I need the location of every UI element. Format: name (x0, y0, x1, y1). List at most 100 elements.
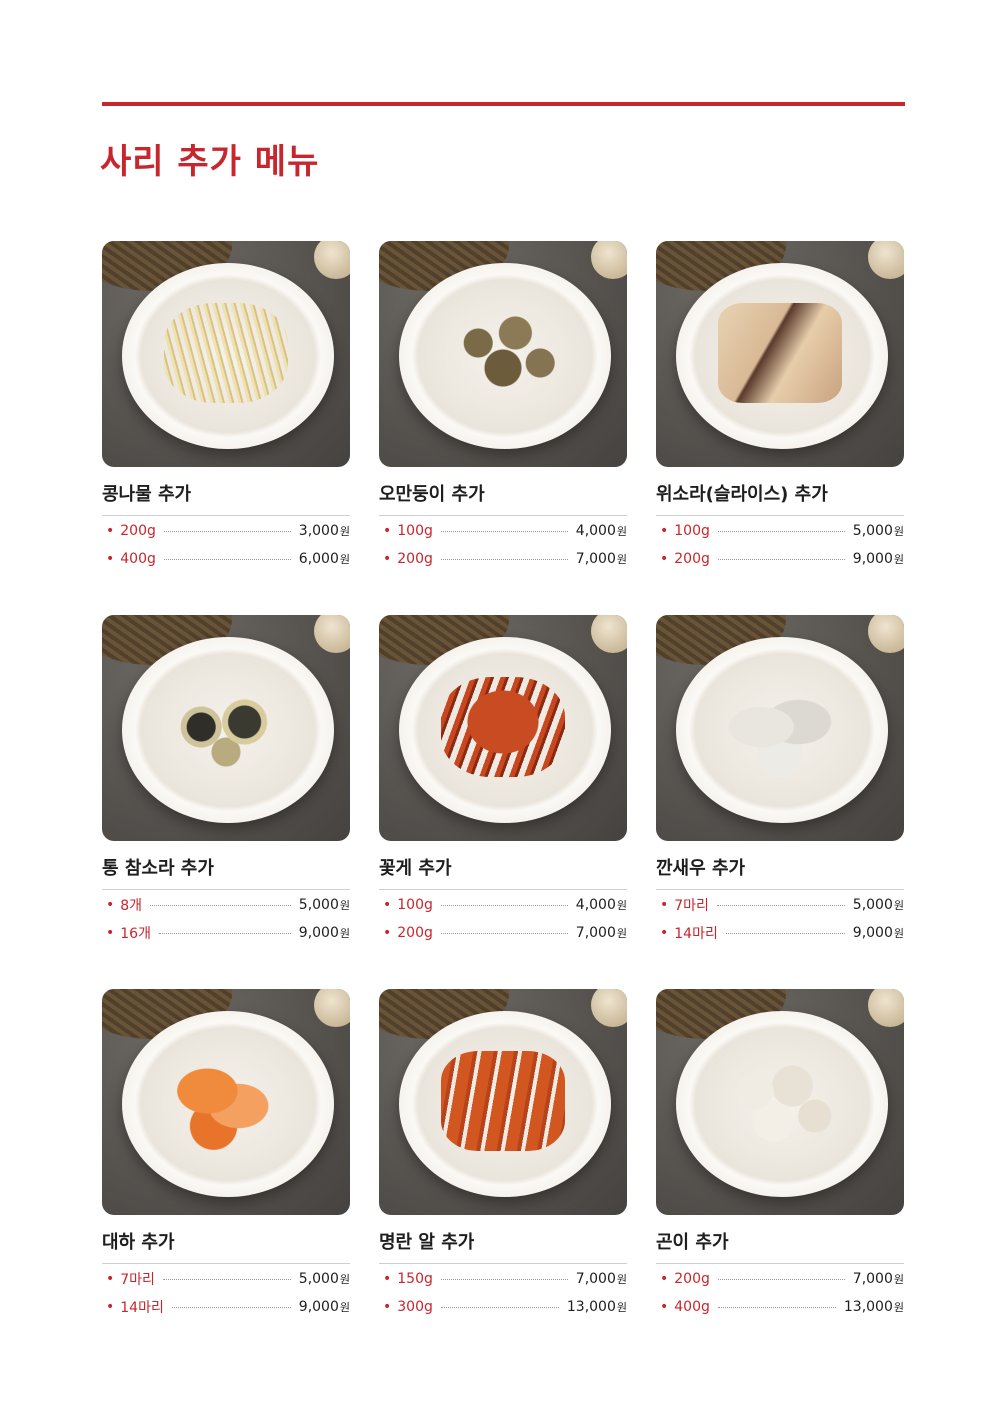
price: 7,000 (575, 551, 616, 567)
currency: 원 (893, 1273, 904, 1286)
price: 13,000 (843, 1299, 893, 1315)
divider (379, 1263, 627, 1264)
currency: 원 (339, 927, 350, 940)
quantity: 200g (674, 1271, 710, 1287)
menu-card-whole-conch: 통 참소라 추가 • 8개 5,000원 • 16개 9,000원 (102, 615, 350, 946)
price-row: • 100g 5,000원 (660, 523, 904, 539)
item-name: 깐새우 추가 (656, 858, 746, 879)
divider (379, 889, 627, 890)
currency: 원 (616, 553, 627, 566)
quantity: 14마리 (120, 1300, 164, 1316)
price: 13,000 (566, 1299, 616, 1315)
food-photo (656, 615, 904, 841)
divider (102, 515, 350, 516)
currency: 원 (339, 553, 350, 566)
price: 4,000 (575, 897, 616, 913)
price-row: • 200g 9,000원 (660, 551, 904, 567)
currency: 원 (893, 553, 904, 566)
food-photo (102, 989, 350, 1215)
price: 4,000 (575, 523, 616, 539)
price-row: • 200g 7,000원 (383, 551, 627, 567)
menu-card-cod-milt: 곤이 추가 • 200g 7,000원 • 400g 13,000원 (656, 989, 904, 1320)
food-photo (379, 989, 627, 1215)
page-title: 사리 추가 메뉴 (100, 142, 320, 182)
quantity: 200g (397, 551, 433, 567)
item-name: 명란 알 추가 (379, 1232, 475, 1253)
price: 9,000 (298, 925, 339, 941)
food-photo (102, 615, 350, 841)
price-row: • 200g 7,000원 (383, 925, 627, 941)
menu-card-pollock-roe: 명란 알 추가 • 150g 7,000원 • 300g 13,000원 (379, 989, 627, 1320)
price-row: • 7마리 5,000원 (106, 1271, 350, 1288)
currency: 원 (616, 1301, 627, 1314)
menu-card-bean-sprouts: 콩나물 추가 • 200g 3,000원 • 400g 6,000원 (102, 241, 350, 572)
price-row: • 200g 3,000원 (106, 523, 350, 539)
divider (656, 515, 904, 516)
item-name: 위소라(슬라이스) 추가 (656, 484, 828, 505)
item-name: 곤이 추가 (656, 1232, 729, 1253)
divider (102, 889, 350, 890)
quantity: 300g (397, 1299, 433, 1315)
menu-card-king-prawn: 대하 추가 • 7마리 5,000원 • 14마리 9,000원 (102, 989, 350, 1320)
currency: 원 (339, 1301, 350, 1314)
price-row: • 150g 7,000원 (383, 1271, 627, 1287)
quantity: 200g (120, 523, 156, 539)
item-name: 콩나물 추가 (102, 484, 192, 505)
currency: 원 (339, 525, 350, 538)
price: 7,000 (852, 1271, 893, 1287)
currency: 원 (339, 899, 350, 912)
currency: 원 (616, 1273, 627, 1286)
price: 3,000 (298, 523, 339, 539)
quantity: 400g (674, 1299, 710, 1315)
food-photo (379, 241, 627, 467)
price: 9,000 (298, 1299, 339, 1315)
price-row: • 100g 4,000원 (383, 523, 627, 539)
price-row: • 200g 7,000원 (660, 1271, 904, 1287)
price-row: • 14마리 9,000원 (660, 925, 904, 942)
quantity: 100g (397, 897, 433, 913)
quantity: 200g (674, 551, 710, 567)
item-name: 통 참소라 추가 (102, 858, 214, 879)
price: 7,000 (575, 1271, 616, 1287)
price-row: • 8개 5,000원 (106, 897, 350, 914)
price: 9,000 (852, 925, 893, 941)
price: 5,000 (852, 523, 893, 539)
food-photo (656, 241, 904, 467)
menu-card-sliced-whelk: 위소라(슬라이스) 추가 • 100g 5,000원 • 200g 9,000원 (656, 241, 904, 572)
price: 5,000 (298, 1271, 339, 1287)
quantity: 150g (397, 1271, 433, 1287)
currency: 원 (616, 525, 627, 538)
currency: 원 (616, 899, 627, 912)
price: 6,000 (298, 551, 339, 567)
quantity: 7마리 (120, 1272, 155, 1288)
price-row: • 14마리 9,000원 (106, 1299, 350, 1316)
food-photo (379, 615, 627, 841)
price-row: • 100g 4,000원 (383, 897, 627, 913)
price: 7,000 (575, 925, 616, 941)
menu-card-peeled-shrimp: 깐새우 추가 • 7마리 5,000원 • 14마리 9,000원 (656, 615, 904, 946)
quantity: 14마리 (674, 926, 718, 942)
item-name: 오만둥이 추가 (379, 484, 485, 505)
quantity: 100g (674, 523, 710, 539)
quantity: 7마리 (674, 898, 709, 914)
food-photo (102, 241, 350, 467)
quantity: 400g (120, 551, 156, 567)
menu-card-sea-squirt: 오만둥이 추가 • 100g 4,000원 • 200g 7,000원 (379, 241, 627, 572)
quantity: 200g (397, 925, 433, 941)
price: 9,000 (852, 551, 893, 567)
currency: 원 (339, 1273, 350, 1286)
quantity: 16개 (120, 926, 151, 942)
currency: 원 (893, 1301, 904, 1314)
currency: 원 (893, 899, 904, 912)
price: 5,000 (852, 897, 893, 913)
currency: 원 (616, 927, 627, 940)
currency: 원 (893, 525, 904, 538)
header-rule (102, 102, 905, 106)
divider (656, 889, 904, 890)
menu-card-blue-crab: 꽃게 추가 • 100g 4,000원 • 200g 7,000원 (379, 615, 627, 946)
price-row: • 7마리 5,000원 (660, 897, 904, 914)
price-row: • 16개 9,000원 (106, 925, 350, 942)
divider (379, 515, 627, 516)
currency: 원 (893, 927, 904, 940)
price-row: • 400g 13,000원 (660, 1299, 904, 1315)
